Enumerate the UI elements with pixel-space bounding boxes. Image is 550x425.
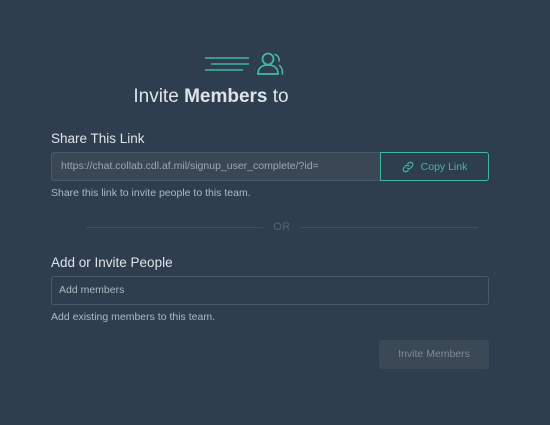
- copy-link-label: Copy Link: [420, 160, 468, 173]
- divider-text: OR: [273, 221, 291, 233]
- or-divider: OR: [86, 220, 478, 234]
- add-members-help: Add existing members to this team.: [51, 311, 215, 323]
- invite-people-label: Add or Invite People: [51, 255, 173, 270]
- share-link-help: Share this link to invite people to this…: [51, 187, 251, 199]
- title-suffix: to: [272, 86, 289, 107]
- copy-link-button[interactable]: Copy Link: [380, 152, 489, 181]
- add-members-input[interactable]: Add members: [51, 276, 489, 305]
- divider-line-left: [86, 226, 264, 228]
- invite-members-modal: Invite Members to Share This Link https:…: [0, 0, 550, 425]
- modal-title: Invite Members to: [0, 86, 422, 108]
- title-strong: Members: [184, 86, 268, 107]
- divider-line-right: [300, 226, 478, 228]
- invite-members-button[interactable]: Invite Members: [379, 340, 489, 369]
- share-link-group: https://chat.collab.cdl.af.mil/signup_us…: [51, 152, 489, 181]
- title-prefix: Invite: [133, 86, 179, 107]
- link-icon: [402, 161, 413, 172]
- invite-members-icon: [205, 52, 284, 75]
- share-link-label: Share This Link: [51, 131, 145, 146]
- share-link-field[interactable]: https://chat.collab.cdl.af.mil/signup_us…: [51, 152, 380, 181]
